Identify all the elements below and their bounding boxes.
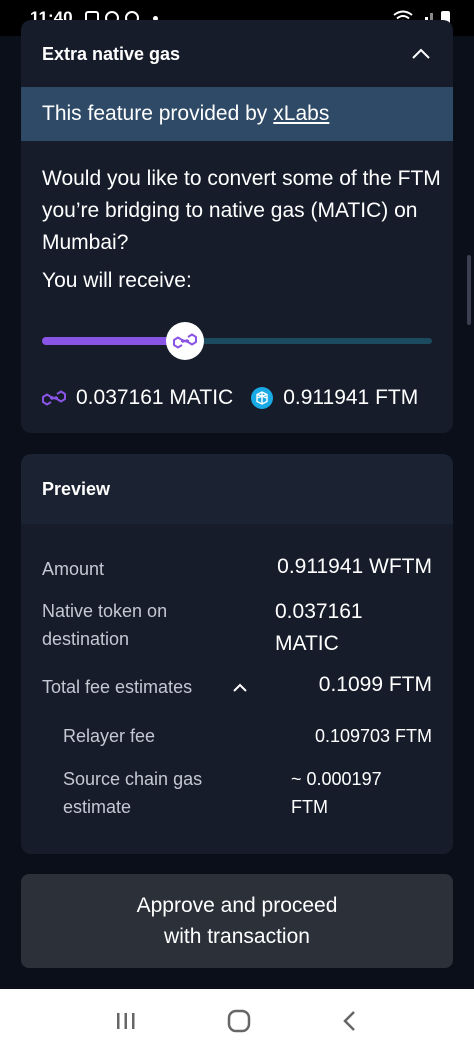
source-gas-label: Source chain gas estimate	[63, 765, 202, 821]
amount-row: Amount 0.911941 WFTM	[21, 554, 453, 586]
relayer-fee-row: Relayer fee 0.109703 FTM	[21, 722, 453, 752]
native-token-label: Native token on destination	[42, 597, 167, 653]
source-gas-label-line1: Source chain gas	[63, 769, 203, 789]
preview-header: Preview	[21, 454, 453, 524]
ftm-icon	[251, 387, 274, 409]
amount-value: 0.911941 WFTM	[277, 555, 432, 578]
gas-slider[interactable]	[42, 322, 432, 362]
recent-apps-icon[interactable]	[114, 1010, 138, 1032]
scrollbar[interactable]	[467, 255, 471, 325]
fee-label: Total fee estimates	[42, 677, 193, 697]
preview-title: Preview	[42, 478, 111, 499]
extra-gas-card: Extra native gas This feature provided b…	[21, 20, 453, 433]
source-gas-value: ~ 0.000197 FTM	[291, 765, 382, 821]
home-icon[interactable]	[226, 1008, 252, 1034]
provider-banner: This feature provided by xLabs	[21, 87, 453, 141]
native-token-value-line2: MATIC	[275, 632, 339, 655]
source-gas-row: Source chain gas estimate ~ 0.000197 FTM	[21, 765, 453, 825]
approve-button-label: Approve and proceed with transaction	[137, 890, 338, 952]
preview-card: Preview Amount 0.911941 WFTM Native toke…	[21, 454, 453, 854]
relayer-fee-label: Relayer fee	[63, 726, 156, 746]
native-token-label-line2: destination	[42, 629, 130, 649]
source-gas-value-line2: FTM	[291, 797, 328, 817]
receive-label: You will receive:	[42, 269, 192, 292]
approve-button-line2: with transaction	[164, 925, 310, 948]
extra-gas-header[interactable]: Extra native gas	[21, 36, 453, 72]
gas-question: Would you like to convert some of the FT…	[42, 167, 441, 254]
provider-link[interactable]: xLabs	[273, 102, 329, 126]
slider-thumb[interactable]	[166, 322, 205, 360]
receive-amounts: 0.037161 MATIC 0.911941 FTM	[42, 382, 452, 414]
approve-button-line1: Approve and proceed	[136, 894, 338, 917]
source-gas-value-line1: ~ 0.000197	[291, 769, 382, 789]
slider-fill	[42, 337, 186, 345]
back-icon[interactable]	[340, 1009, 360, 1033]
fee-row[interactable]: Total fee estimates 0.1099 FTM	[21, 672, 453, 704]
matic-amount-group: 0.037161 MATIC	[42, 386, 233, 410]
fee-value: 0.1099 FTM	[318, 673, 432, 696]
native-token-value: 0.037161 MATIC	[275, 596, 363, 660]
native-token-value-line1: 0.037161	[275, 600, 363, 623]
provider-text: This feature provided by	[42, 102, 268, 125]
chevron-up-icon[interactable]	[231, 681, 249, 695]
matic-amount: 0.037161 MATIC	[76, 386, 234, 409]
matic-icon	[173, 333, 198, 349]
ftm-amount-group: 0.911941 FTM	[251, 386, 418, 410]
relayer-fee-value: 0.109703 FTM	[314, 726, 432, 746]
approve-button[interactable]: Approve and proceed with transaction	[21, 874, 453, 968]
source-gas-label-line2: estimate	[63, 797, 132, 817]
android-nav-bar	[0, 989, 474, 1053]
ftm-amount: 0.911941 FTM	[283, 386, 419, 409]
native-token-row: Native token on destination 0.037161 MAT…	[21, 596, 453, 658]
chevron-up-icon[interactable]	[410, 43, 432, 65]
native-token-label-line1: Native token on	[42, 601, 168, 621]
amount-label: Amount	[42, 559, 105, 579]
extra-gas-title: Extra native gas	[42, 43, 181, 64]
matic-icon	[42, 390, 66, 406]
